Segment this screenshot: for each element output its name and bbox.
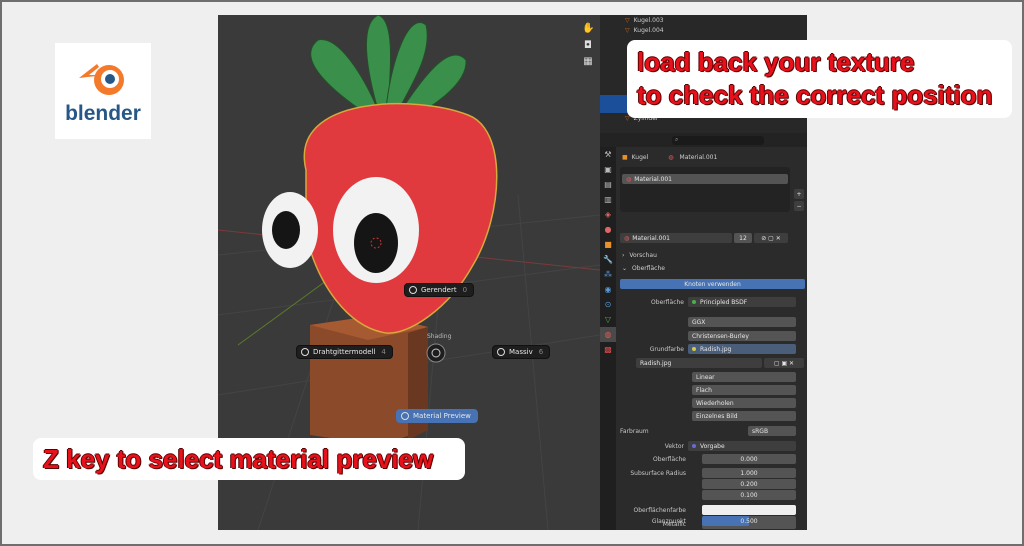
- breadcrumb: ■ Kugel ◍ Material.001: [622, 153, 718, 161]
- basecolor-label: Grundfarbe: [649, 346, 684, 353]
- colorspace-label: Farbraum: [620, 428, 649, 435]
- pot-object: [310, 315, 428, 445]
- pie-item-solid[interactable]: Massiv 6: [492, 345, 551, 359]
- surface-shader-field[interactable]: Principled BSDF: [688, 297, 796, 307]
- rendered-icon: [409, 286, 417, 294]
- material-preview-icon: [401, 412, 409, 420]
- camera-icon[interactable]: ◘: [582, 40, 594, 52]
- source-select[interactable]: Einzelnes Bild: [692, 411, 796, 421]
- properties-search[interactable]: ⌕: [672, 135, 764, 145]
- chevron-down-icon: ⌄: [622, 264, 628, 272]
- physics-tab-icon[interactable]: ◉: [600, 282, 616, 297]
- wireframe-icon: [301, 348, 309, 356]
- image-actions[interactable]: ▢ ▣ ✕: [764, 358, 804, 368]
- object-tab-icon[interactable]: ■: [600, 237, 616, 252]
- outliner-item[interactable]: ▽ Kugel.004: [600, 25, 807, 35]
- data-tab-icon[interactable]: ▽: [600, 312, 616, 327]
- subsurface-value[interactable]: 0.000: [702, 454, 796, 464]
- projection-select[interactable]: Flach: [692, 385, 796, 395]
- properties-header: ⌕: [600, 133, 807, 147]
- subsurface-method-select[interactable]: Christensen-Burley: [688, 331, 796, 341]
- extension-select[interactable]: Wiederholen: [692, 398, 796, 408]
- specular-slider[interactable]: 0.500: [702, 516, 796, 526]
- interpolation-select[interactable]: Linear: [692, 372, 796, 382]
- blender-logo-text: blender: [65, 102, 141, 125]
- vector-label: Vektor: [664, 443, 684, 450]
- specular-label: Glanzpunkt: [651, 518, 686, 525]
- colorspace-select[interactable]: sRGB: [748, 426, 796, 436]
- output-tab-icon[interactable]: ▤: [600, 177, 616, 192]
- chevron-right-icon: ›: [622, 251, 625, 259]
- subsurface-radius-x[interactable]: 1.000: [702, 468, 796, 478]
- render-tab-icon[interactable]: ▣: [600, 162, 616, 177]
- section-preview[interactable]: › Vorschau: [622, 250, 657, 260]
- search-icon: ⌕: [675, 136, 679, 143]
- subsurface-color-label: Oberflächenfarbe: [633, 507, 687, 514]
- material-datablock-field[interactable]: ◍ Material.001: [620, 233, 732, 243]
- particles-tab-icon[interactable]: ⁂: [600, 267, 616, 282]
- outliner-item[interactable]: ▽ Kugel.003: [600, 15, 807, 25]
- pie-item-rendered[interactable]: Gerendert 0: [404, 283, 475, 297]
- material-slot-icon: ◍: [626, 175, 632, 183]
- material-icon: ◍: [668, 153, 674, 161]
- solid-icon: [497, 348, 505, 356]
- pie-center: [426, 343, 446, 363]
- left-eye-pupil: [272, 211, 300, 249]
- add-slot-button[interactable]: +: [794, 189, 804, 199]
- hand-pan-icon[interactable]: ✋: [582, 23, 594, 35]
- texture-tab-icon[interactable]: ▩: [600, 342, 616, 357]
- surface-label: Oberfläche: [651, 299, 684, 306]
- subsurface-color-swatch[interactable]: [702, 505, 796, 515]
- datablock-actions[interactable]: ⊘ ▢ ✕: [754, 233, 788, 243]
- properties-tabs: ⚒ ▣ ▤ ▥ ◈ ● ■ 🔧 ⁂ ◉ ⊙ ▽ ◍ ▩: [600, 147, 616, 530]
- section-surface[interactable]: ⌄ Oberfläche: [622, 263, 665, 273]
- subsurface-label: Oberfläche: [653, 456, 686, 463]
- modifier-tab-icon[interactable]: 🔧: [600, 252, 616, 267]
- material-slot-list[interactable]: ◍ Material.001: [620, 167, 790, 212]
- remove-slot-button[interactable]: −: [794, 201, 804, 211]
- constraints-tab-icon[interactable]: ⊙: [600, 297, 616, 312]
- grid-view-icon[interactable]: ▦: [582, 56, 594, 68]
- distribution-select[interactable]: GGX: [688, 317, 796, 327]
- scene-tab-icon[interactable]: ◈: [600, 207, 616, 222]
- caption-bottom: Z key to select material preview: [33, 438, 465, 480]
- subsurface-radius-label: Subsurface Radius: [630, 470, 686, 477]
- blender-logo-icon: [79, 64, 124, 95]
- pie-item-material-preview[interactable]: Material Preview: [396, 409, 478, 423]
- blender-logo: blender: [55, 43, 151, 139]
- vector-field[interactable]: Vorgabe: [688, 441, 796, 451]
- material-properties-pane: ■ Kugel ◍ Material.001 ◍ Material.001 + …: [616, 147, 807, 530]
- material-tab-icon[interactable]: ◍: [600, 327, 616, 342]
- tool-tab-icon[interactable]: ⚒: [600, 147, 616, 162]
- material-browse-icon: ◍: [624, 234, 630, 242]
- view-layer-tab-icon[interactable]: ▥: [600, 192, 616, 207]
- caption-top: load back your texture to check the corr…: [627, 40, 1012, 118]
- image-datablock-field[interactable]: Radish.jpg: [636, 358, 762, 368]
- subsurface-radius-z[interactable]: 0.100: [702, 490, 796, 500]
- right-eye-pupil: [354, 213, 398, 273]
- pie-menu-title: Shading: [427, 333, 452, 340]
- pie-item-wireframe[interactable]: Drahtgittermodell 4: [296, 345, 393, 359]
- subsurface-radius-y[interactable]: 0.200: [702, 479, 796, 489]
- object-icon: ■: [622, 153, 628, 161]
- use-nodes-button[interactable]: Knoten verwenden: [620, 279, 805, 289]
- world-tab-icon[interactable]: ●: [600, 222, 616, 237]
- users-count[interactable]: 12: [734, 233, 752, 243]
- material-slot-item[interactable]: ◍ Material.001: [622, 174, 788, 184]
- basecolor-link-field[interactable]: Radish.jpg: [688, 344, 796, 354]
